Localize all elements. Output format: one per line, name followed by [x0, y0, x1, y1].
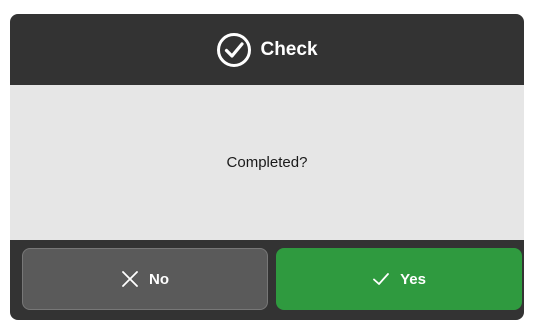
no-button-label: No	[149, 270, 169, 288]
yes-button[interactable]: Yes	[276, 248, 522, 310]
dialog-header: Check	[10, 14, 524, 85]
dialog-body: Completed?	[10, 85, 524, 240]
confirmation-dialog: Check Completed? No Yes	[10, 14, 524, 320]
check-icon	[372, 270, 390, 288]
close-icon	[121, 270, 139, 288]
check-circle-icon	[216, 32, 252, 68]
dialog-title: Check	[260, 38, 318, 60]
yes-button-label: Yes	[400, 270, 426, 288]
no-button[interactable]: No	[22, 248, 268, 310]
dialog-actions: No Yes	[10, 240, 524, 320]
dialog-message: Completed?	[226, 154, 308, 171]
